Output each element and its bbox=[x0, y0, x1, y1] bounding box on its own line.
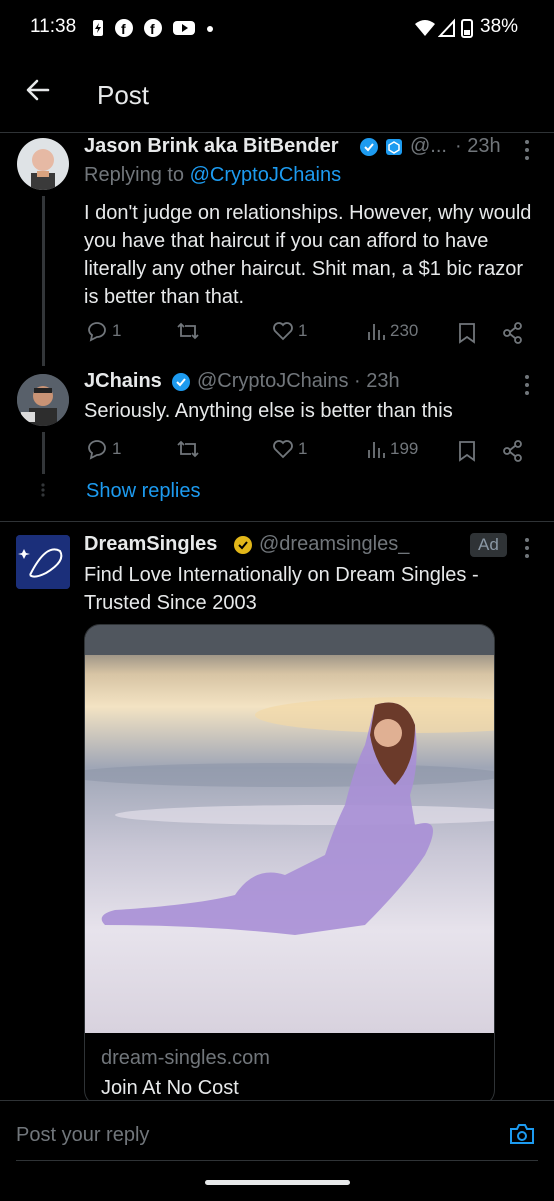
divider bbox=[0, 521, 554, 522]
avatar-dreamsingles[interactable] bbox=[16, 535, 70, 589]
like-button[interactable]: 1 bbox=[272, 438, 307, 460]
author-handle[interactable]: @... bbox=[410, 135, 447, 158]
show-replies-link[interactable]: Show replies bbox=[86, 480, 201, 503]
cell-signal-icon bbox=[438, 18, 455, 37]
views-icon bbox=[368, 324, 385, 340]
author-handle[interactable]: @dreamsingles_ bbox=[259, 533, 409, 556]
battery-percent: 38% bbox=[480, 16, 519, 37]
author-handle[interactable]: @CryptoJChains · 23h bbox=[197, 370, 400, 393]
post-actions: 1 1 230 bbox=[86, 320, 526, 348]
reply-icon bbox=[88, 322, 106, 342]
more-notifications-icon bbox=[207, 26, 213, 32]
ad-badge: Ad bbox=[470, 533, 507, 557]
bookmark-icon[interactable] bbox=[458, 440, 476, 462]
replying-to-prefix: Replying to bbox=[84, 164, 185, 186]
affiliate-badge-icon bbox=[386, 139, 402, 155]
repost-icon bbox=[177, 440, 199, 458]
svg-text:f: f bbox=[150, 21, 155, 37]
verified-badge-icon bbox=[172, 373, 190, 391]
reply-bar bbox=[0, 1100, 554, 1201]
bookmark-icon[interactable] bbox=[458, 322, 476, 344]
facebook-icon: f bbox=[115, 19, 133, 37]
avatar-jason-brink[interactable] bbox=[17, 138, 69, 190]
battery-charging-icon bbox=[93, 20, 103, 36]
author-name[interactable]: Jason Brink aka BitBender bbox=[84, 135, 339, 158]
thread-line bbox=[42, 196, 45, 366]
youtube-icon bbox=[173, 21, 195, 35]
back-arrow-icon[interactable] bbox=[24, 76, 52, 104]
camera-icon[interactable] bbox=[509, 1122, 535, 1146]
heart-icon bbox=[273, 322, 293, 341]
battery-icon bbox=[461, 19, 473, 38]
avatar-jchains[interactable] bbox=[17, 374, 69, 426]
status-time: 11:38 bbox=[30, 16, 77, 37]
verified-gold-badge-icon bbox=[234, 536, 252, 554]
home-indicator[interactable] bbox=[205, 1180, 350, 1185]
repost-icon bbox=[177, 322, 199, 340]
status-bar: 11:38 f f 38% bbox=[0, 0, 554, 56]
more-options-icon[interactable] bbox=[524, 374, 530, 396]
repost-button[interactable] bbox=[176, 438, 200, 460]
views-button[interactable]: 230 bbox=[366, 320, 418, 342]
ad-card-domain[interactable]: dream-singles.com bbox=[101, 1047, 270, 1070]
views-count: 199 bbox=[390, 439, 419, 458]
reply-count: 1 bbox=[112, 321, 122, 340]
more-options-icon[interactable] bbox=[524, 139, 530, 161]
verified-badge-icon bbox=[360, 138, 378, 156]
author-name[interactable]: JChains bbox=[84, 370, 162, 393]
like-button[interactable]: 1 bbox=[272, 320, 307, 342]
post-time[interactable]: · 23h bbox=[455, 135, 501, 158]
facebook-icon: f bbox=[144, 19, 162, 37]
post-actions: 1 1 199 bbox=[86, 438, 526, 466]
thread-dots-icon bbox=[41, 483, 45, 497]
ad-card-title[interactable]: Join At No Cost bbox=[101, 1077, 239, 1100]
views-count: 230 bbox=[390, 321, 419, 340]
thread-line bbox=[42, 432, 45, 474]
header bbox=[0, 56, 554, 133]
reply-input-underline bbox=[16, 1160, 538, 1161]
wifi-icon bbox=[415, 20, 435, 36]
post-text: Seriously. Anything else is better than … bbox=[84, 400, 453, 422]
like-count: 1 bbox=[298, 439, 308, 458]
page-title: Post bbox=[97, 80, 150, 110]
reply-button[interactable]: 1 bbox=[86, 320, 121, 342]
reply-icon bbox=[88, 440, 106, 460]
reply-button[interactable]: 1 bbox=[86, 438, 121, 460]
more-options-icon[interactable] bbox=[524, 537, 530, 559]
ad-card[interactable]: dream-singles.com Join At No Cost bbox=[84, 624, 495, 1106]
views-icon bbox=[368, 442, 385, 458]
reply-input[interactable]: Post your reply bbox=[16, 1124, 149, 1147]
post-text: I don't judge on relationships. However,… bbox=[84, 202, 532, 308]
ad-image[interactable] bbox=[85, 625, 494, 1033]
post-text: Find Love Internationally on Dream Singl… bbox=[84, 564, 479, 614]
heart-icon bbox=[273, 440, 293, 459]
share-icon[interactable] bbox=[502, 440, 524, 462]
reply-count: 1 bbox=[112, 439, 122, 458]
views-button[interactable]: 199 bbox=[366, 438, 418, 460]
like-count: 1 bbox=[298, 321, 308, 340]
repost-button[interactable] bbox=[176, 320, 200, 342]
replying-to: Replying to @CryptoJChains bbox=[84, 164, 341, 187]
share-icon[interactable] bbox=[502, 322, 524, 344]
svg-text:f: f bbox=[121, 21, 126, 37]
replying-to-link[interactable]: @CryptoJChains bbox=[190, 164, 341, 186]
author-name[interactable]: DreamSingles bbox=[84, 533, 217, 556]
